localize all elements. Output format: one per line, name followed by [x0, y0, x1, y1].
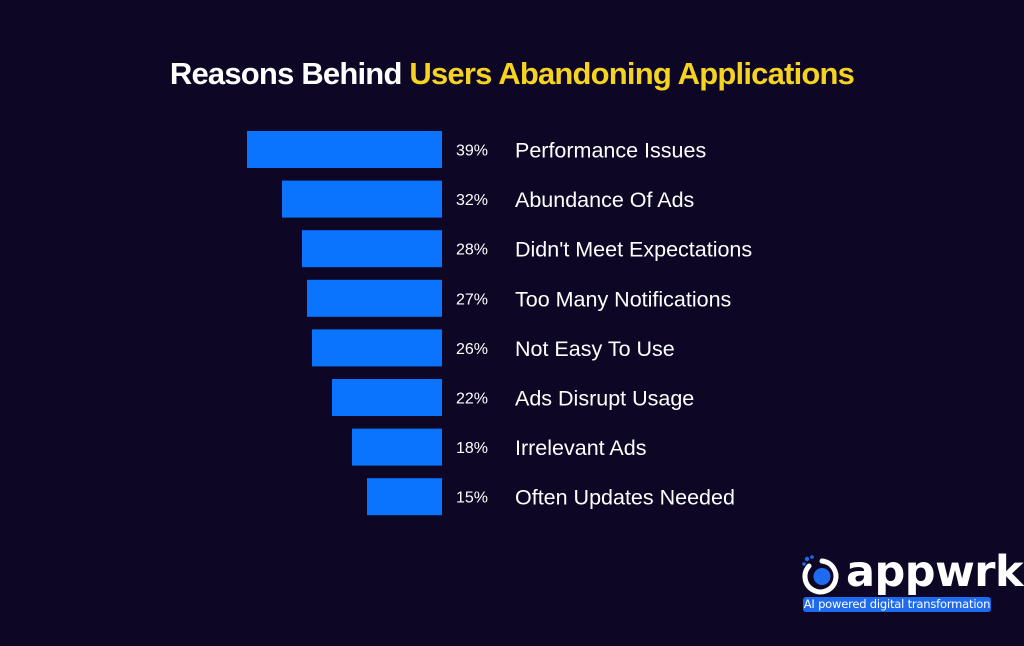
category-label: Irrelevant Ads	[515, 436, 646, 460]
category-label: Ads Disrupt Usage	[515, 387, 694, 411]
bar	[282, 180, 442, 218]
appwrk-logo-icon	[802, 555, 839, 595]
appwrk-logo: appwrk AI powered digital transformation	[800, 547, 1024, 615]
value-label: 26%	[456, 341, 488, 358]
bar-row: 28% Didn't Meet Expectations	[302, 230, 752, 268]
bar-row: 32% Abundance Of Ads	[282, 180, 694, 218]
category-label: Not Easy To Use	[515, 337, 675, 361]
bar	[302, 230, 442, 268]
bar	[312, 329, 442, 367]
category-label: Didn't Meet Expectations	[515, 238, 752, 262]
bar	[307, 279, 442, 317]
value-label: 18%	[456, 440, 488, 457]
category-label: Abundance Of Ads	[515, 188, 694, 212]
bar-row: 18% Irrelevant Ads	[352, 428, 646, 466]
bar-row: 26% Not Easy To Use	[312, 329, 675, 367]
bar	[332, 379, 442, 416]
value-label: 39%	[456, 143, 488, 160]
bar	[367, 478, 442, 516]
logo-wordmark: appwrk	[846, 547, 1024, 597]
value-label: 15%	[456, 490, 488, 507]
bar-row: 15% Often Updates Needed	[367, 478, 735, 516]
value-label: 27%	[456, 291, 488, 308]
bar-row: 27% Too Many Notifications	[307, 279, 731, 317]
bar-row: 39% Performance Issues	[247, 131, 706, 168]
bar-row: 22% Ads Disrupt Usage	[332, 379, 694, 416]
category-label: Performance Issues	[515, 139, 706, 163]
bar	[247, 131, 442, 168]
category-label: Often Updates Needed	[515, 486, 735, 510]
value-label: 22%	[456, 391, 488, 408]
value-label: 32%	[456, 192, 488, 209]
value-label: 28%	[456, 242, 488, 259]
category-label: Too Many Notifications	[515, 287, 731, 311]
bar	[352, 428, 442, 466]
logo-tagline: AI powered digital transformation	[803, 597, 991, 612]
